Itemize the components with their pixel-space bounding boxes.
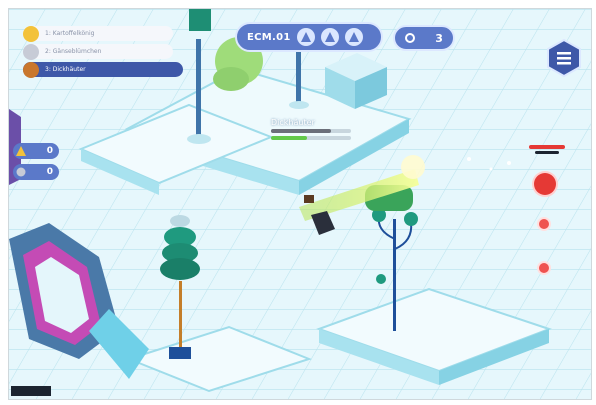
leaderboard-row: 2: Gänseblümchen bbox=[23, 43, 173, 60]
target-icon bbox=[405, 33, 416, 43]
warning-icon bbox=[16, 146, 26, 156]
warning-counter: 0 bbox=[13, 143, 59, 159]
enemy-health-bars bbox=[271, 129, 351, 143]
enemy-name-label: Dickhäuter bbox=[271, 118, 315, 127]
game-viewport[interactable]: 1: Kartoffelkönig 2: Gänseblümchen 3: Di… bbox=[8, 8, 592, 400]
menu-button[interactable] bbox=[545, 38, 583, 78]
corner-logo bbox=[11, 386, 51, 396]
score-counter: 3 bbox=[393, 25, 455, 51]
leaderboard-row: 1: Kartoffelkönig bbox=[23, 25, 173, 42]
star-ability-icon[interactable] bbox=[537, 261, 551, 275]
leaderboard-label: 2: Gänseblümchen bbox=[45, 48, 102, 55]
tower-icon bbox=[296, 28, 315, 46]
coin-icon bbox=[16, 167, 26, 177]
enemy-health-bar bbox=[271, 129, 351, 133]
coin-count: 0 bbox=[46, 167, 53, 177]
stage-label: ECM.01 bbox=[247, 31, 291, 43]
gold-medal-icon bbox=[23, 25, 39, 42]
hamburger-icon bbox=[547, 38, 581, 78]
stage-bar: ECM.01 bbox=[235, 22, 383, 52]
player-health-dash bbox=[529, 145, 567, 155]
coin-counter: 0 bbox=[13, 164, 59, 180]
bronze-medal-icon bbox=[23, 61, 39, 78]
enemy-shield-bar bbox=[271, 136, 351, 140]
tower-icon bbox=[344, 28, 363, 46]
silver-medal-icon bbox=[23, 43, 39, 60]
tower-icon bbox=[320, 28, 339, 46]
score-value: 3 bbox=[435, 31, 443, 45]
leaderboard-label: 3: Dickhäuter bbox=[45, 66, 86, 73]
bolt-ability-icon[interactable] bbox=[537, 217, 551, 231]
warning-count: 0 bbox=[46, 146, 53, 156]
fire-ability-icon[interactable] bbox=[534, 173, 556, 195]
leaderboard-label: 1: Kartoffelkönig bbox=[45, 30, 95, 37]
leaderboard-row-self: 3: Dickhäuter bbox=[23, 61, 183, 78]
